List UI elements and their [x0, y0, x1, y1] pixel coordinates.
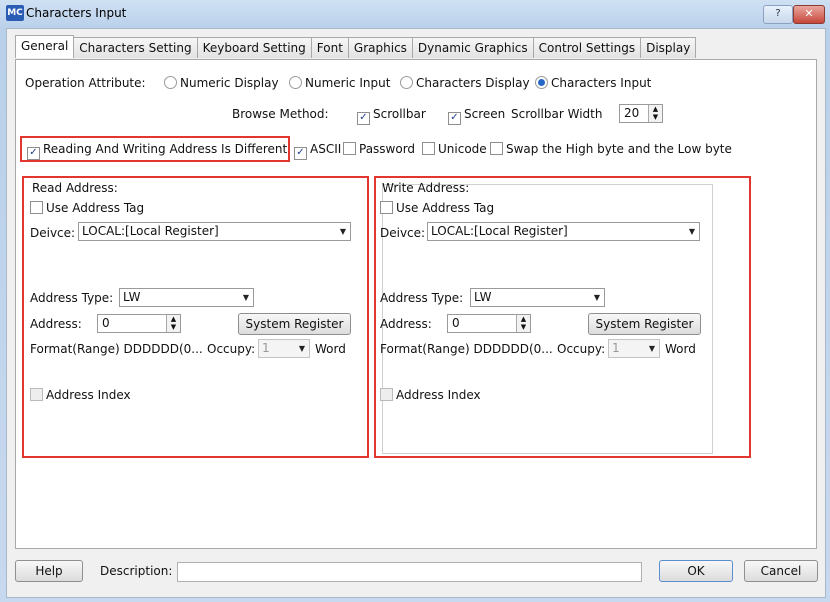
- spinner-arrows-icon[interactable]: ▲ ▼: [516, 315, 530, 332]
- read-system-register-button[interactable]: System Register: [238, 313, 351, 335]
- title-bar: MC Characters Input ? ✕: [0, 0, 830, 28]
- read-occupy-value: 1: [262, 341, 270, 355]
- description-label: Description:: [100, 564, 173, 578]
- read-address-type-label: Address Type:: [30, 291, 114, 305]
- password-checkbox[interactable]: Password: [343, 142, 415, 156]
- window-title: Characters Input: [26, 6, 127, 20]
- tab-graphics[interactable]: Graphics: [347, 37, 413, 58]
- tab-display[interactable]: Display: [640, 37, 697, 58]
- write-device-value: LOCAL:[Local Register]: [431, 224, 568, 238]
- chevron-down-icon: ▼: [688, 227, 695, 236]
- read-address-value: 0: [102, 316, 110, 330]
- scrollbar-checkbox[interactable]: ✓ Scrollbar: [357, 107, 426, 125]
- read-address-title: Read Address:: [32, 181, 118, 195]
- browse-method-label: Browse Method:: [232, 107, 329, 121]
- write-address-title: Write Address:: [382, 181, 470, 195]
- swap-bytes-checkbox[interactable]: Swap the High byte and the Low byte: [490, 142, 732, 156]
- radio-characters-display[interactable]: Characters Display: [400, 76, 530, 90]
- read-address-spinner[interactable]: 0 ▲ ▼: [97, 314, 181, 333]
- checkbox-icon: [380, 388, 393, 401]
- read-device-value: LOCAL:[Local Register]: [82, 224, 219, 238]
- chevron-down-icon: ▼: [648, 344, 655, 353]
- write-address-index-checkbox[interactable]: Address Index: [380, 388, 481, 402]
- checkbox-icon: [343, 142, 356, 155]
- operation-attribute-label: Operation Attribute:: [25, 76, 146, 90]
- dialog-window: MC Characters Input ? ✕ General Characte…: [0, 0, 830, 602]
- spinner-arrows-icon[interactable]: ▲ ▼: [648, 105, 662, 122]
- write-system-register-button[interactable]: System Register: [588, 313, 701, 335]
- chevron-down-icon: ▼: [242, 293, 249, 302]
- write-device-label: Deivce:: [380, 226, 426, 240]
- write-occupy-select[interactable]: 1 ▼: [608, 339, 660, 358]
- read-use-address-tag-checkbox[interactable]: Use Address Tag: [30, 201, 144, 215]
- help-title-button[interactable]: ?: [763, 5, 793, 24]
- checkmark-icon: ✓: [448, 112, 461, 125]
- checkbox-icon: [380, 201, 393, 214]
- chevron-down-icon: ▼: [593, 293, 600, 302]
- tab-strip: General Characters Setting Keyboard Sett…: [15, 35, 697, 59]
- read-address-label: Address:: [30, 317, 82, 331]
- read-address-type-select[interactable]: LW ▼: [119, 288, 254, 307]
- ok-button[interactable]: OK: [659, 560, 733, 582]
- checkbox-icon: [30, 388, 43, 401]
- read-format-range: Format(Range) DDDDDD(0...: [30, 342, 203, 356]
- write-address-type-label: Address Type:: [380, 291, 464, 305]
- read-occupy-select[interactable]: 1 ▼: [258, 339, 310, 358]
- tab-dynamic-graphics[interactable]: Dynamic Graphics: [411, 37, 534, 58]
- read-address-type-value: LW: [123, 290, 141, 304]
- app-icon: MC: [6, 5, 24, 21]
- read-occupy-label: Occupy:: [207, 342, 256, 356]
- dialog-body: General Characters Setting Keyboard Sett…: [6, 28, 826, 598]
- checkmark-icon: ✓: [27, 147, 40, 160]
- scrollbar-width-value: 20: [624, 106, 640, 120]
- radio-icon: [164, 76, 177, 89]
- radio-characters-input[interactable]: Characters Input: [535, 76, 651, 90]
- unicode-checkbox[interactable]: Unicode: [422, 142, 487, 156]
- read-address-index-checkbox[interactable]: Address Index: [30, 388, 131, 402]
- close-button[interactable]: ✕: [793, 5, 825, 24]
- write-use-address-tag-checkbox[interactable]: Use Address Tag: [380, 201, 494, 215]
- write-word-label: Word: [665, 342, 696, 356]
- checkbox-icon: [490, 142, 503, 155]
- radio-selected-icon: [535, 76, 548, 89]
- checkbox-icon: [422, 142, 435, 155]
- chevron-down-icon: ▼: [298, 344, 305, 353]
- scrollbar-width-spinner[interactable]: 20 ▲ ▼: [619, 104, 663, 123]
- ascii-checkbox[interactable]: ✓ ASCII: [294, 142, 341, 160]
- radio-numeric-display[interactable]: Numeric Display: [164, 76, 279, 90]
- write-device-select[interactable]: LOCAL:[Local Register] ▼: [427, 222, 700, 241]
- general-panel: Operation Attribute: Numeric Display Num…: [15, 59, 817, 549]
- screen-checkbox[interactable]: ✓ Screen: [448, 107, 505, 125]
- scrollbar-width-label: Scrollbar Width: [511, 107, 603, 121]
- read-device-label: Deivce:: [30, 226, 76, 240]
- rw-different-checkbox[interactable]: ✓ Reading And Writing Address Is Differen…: [27, 142, 287, 160]
- tab-font[interactable]: Font: [310, 37, 349, 58]
- radio-icon: [289, 76, 302, 89]
- checkbox-icon: [30, 201, 43, 214]
- description-input[interactable]: [177, 562, 642, 582]
- radio-numeric-input[interactable]: Numeric Input: [289, 76, 390, 90]
- tab-characters-setting[interactable]: Characters Setting: [73, 37, 198, 58]
- write-address-type-select[interactable]: LW ▼: [470, 288, 605, 307]
- write-address-value: 0: [452, 316, 460, 330]
- write-address-spinner[interactable]: 0 ▲ ▼: [447, 314, 531, 333]
- write-format-range: Format(Range) DDDDDD(0...: [380, 342, 553, 356]
- cancel-button[interactable]: Cancel: [744, 560, 818, 582]
- write-occupy-value: 1: [612, 341, 620, 355]
- spinner-arrows-icon[interactable]: ▲ ▼: [166, 315, 180, 332]
- tab-general[interactable]: General: [15, 35, 75, 58]
- read-device-select[interactable]: LOCAL:[Local Register] ▼: [78, 222, 351, 241]
- help-button[interactable]: Help: [15, 560, 83, 582]
- radio-icon: [400, 76, 413, 89]
- write-address-type-value: LW: [474, 290, 492, 304]
- read-word-label: Word: [315, 342, 346, 356]
- chevron-down-icon: ▼: [339, 227, 346, 236]
- tab-keyboard-setting[interactable]: Keyboard Setting: [196, 37, 312, 58]
- checkmark-icon: ✓: [294, 147, 307, 160]
- tab-control-settings[interactable]: Control Settings: [532, 37, 642, 58]
- write-occupy-label: Occupy:: [557, 342, 606, 356]
- write-address-label: Address:: [380, 317, 432, 331]
- checkmark-icon: ✓: [357, 112, 370, 125]
